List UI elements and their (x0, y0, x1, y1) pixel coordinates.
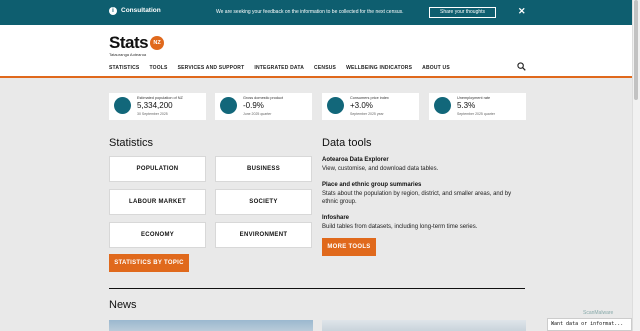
place-ethnic-summaries-link[interactable]: Place and ethnic group summaries (322, 182, 421, 188)
news-image[interactable] (322, 320, 526, 331)
close-icon[interactable]: ✕ (518, 6, 526, 17)
banner-message: We are seeking your feedback on the info… (216, 9, 404, 15)
statistics-by-topic-button[interactable]: STATISTICS BY TOPIC (109, 254, 189, 272)
indicator-value: -0.9% (243, 101, 264, 110)
business-button[interactable]: BUSINESS (215, 156, 312, 182)
scanmalware-watermark: ScanMalware (583, 310, 614, 316)
tool-description: View, customise, and download data table… (322, 166, 439, 172)
indicator-gdp[interactable]: Gross domestic product -0.9% June 2025 q… (215, 93, 312, 120)
indicator-label: Gross domestic product (243, 96, 284, 100)
news-heading: News (109, 299, 137, 311)
section-divider (109, 288, 525, 289)
indicator-population[interactable]: Estimated population of NZ 5,334,200 30 … (109, 93, 206, 120)
indicator-label: Estimated population of NZ (137, 96, 183, 100)
tool-description: Stats about the population by region, di… (322, 191, 512, 205)
indicator-value: 5,334,200 (137, 101, 173, 110)
info-icon: i (109, 7, 117, 15)
statistics-heading: Statistics (109, 137, 154, 149)
nav-tools[interactable]: TOOLS (149, 65, 167, 71)
chat-prompt-box[interactable]: Want data or informat... (547, 318, 632, 331)
nav-census[interactable]: CENSUS (314, 65, 336, 71)
scrollbar-thumb[interactable] (634, 0, 638, 100)
nav-statistics[interactable]: STATISTICS (109, 65, 139, 71)
logo-badge: NZ (150, 36, 165, 50)
indicator-value: 5.3% (457, 101, 476, 110)
infoshare-link[interactable]: Infoshare (322, 215, 349, 221)
society-button[interactable]: SOCIETY (215, 189, 312, 215)
main-nav: STATISTICS TOOLS SERVICES AND SUPPORT IN… (109, 65, 460, 71)
site-header: Stats NZ Tatauranga Aotearoa STATISTICS T… (0, 25, 640, 78)
aotearoa-data-explorer-link[interactable]: Aotearoa Data Explorer (322, 157, 389, 163)
search-icon[interactable] (517, 62, 526, 71)
indicator-date: September 2025 quarter (457, 112, 495, 116)
indicator-value: +3.0% (350, 101, 373, 110)
indicator-unemployment[interactable]: Unemployment rate 5.3% September 2025 qu… (429, 93, 526, 120)
banner-title: Consultation (121, 7, 161, 14)
indicator-label: Consumers price index (350, 96, 389, 100)
economy-button[interactable]: ECONOMY (109, 222, 206, 248)
environment-button[interactable]: ENVIRONMENT (215, 222, 312, 248)
indicator-date: June 2025 quarter (243, 112, 272, 116)
logo-text: Stats (109, 33, 149, 52)
share-thoughts-button[interactable]: Share your thoughts (429, 7, 496, 18)
nav-wellbeing-indicators[interactable]: WELLBEING INDICATORS (346, 65, 412, 71)
nav-integrated-data[interactable]: INTEGRATED DATA (254, 65, 304, 71)
stats-nz-logo[interactable]: Stats NZ Tatauranga Aotearoa (109, 33, 165, 57)
indicator-date: September 2025 year (350, 112, 384, 116)
indicator-date: 30 September 2025 (137, 112, 168, 116)
consultation-banner: i Consultation We are seeking your feedb… (0, 0, 640, 25)
population-icon (114, 97, 131, 114)
data-tools-heading: Data tools (322, 137, 372, 149)
cpi-icon (327, 97, 344, 114)
indicator-cpi[interactable]: Consumers price index +3.0% September 20… (322, 93, 419, 120)
indicator-label: Unemployment rate (457, 96, 491, 100)
nav-about-us[interactable]: ABOUT US (422, 65, 450, 71)
nav-services-and-support[interactable]: SERVICES AND SUPPORT (178, 65, 245, 71)
population-button[interactable]: POPULATION (109, 156, 206, 182)
more-tools-button[interactable]: MORE TOOLS (322, 238, 376, 256)
news-image[interactable] (109, 320, 313, 331)
logo-subtitle: Tatauranga Aotearoa (109, 52, 147, 57)
unemployment-icon (434, 97, 451, 114)
gdp-icon (220, 97, 237, 114)
tool-description: Build tables from datasets, including lo… (322, 224, 478, 230)
labour-market-button[interactable]: LABOUR MARKET (109, 189, 206, 215)
